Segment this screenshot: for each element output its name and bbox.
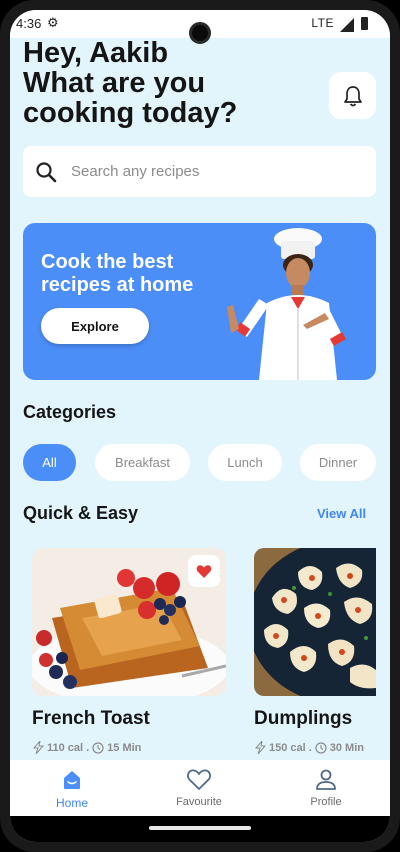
app-screen: 4:36 ⚙ LTE Hey, Aakib What are you cooki… — [10, 10, 390, 842]
category-chip-all[interactable]: All — [23, 444, 76, 481]
categories-title: Categories — [23, 402, 117, 422]
flash-icon — [255, 741, 266, 754]
clock-icon — [92, 741, 104, 754]
recipe-calories: 150 cal — [269, 741, 306, 754]
heart-outline-icon — [187, 769, 211, 790]
nav-profile-label: Profile — [310, 796, 342, 808]
category-chip-dinner[interactable]: Dinner — [300, 444, 376, 481]
category-chip-lunch[interactable]: Lunch — [208, 444, 282, 481]
greeting-line: Hey, Aakib — [23, 37, 169, 69]
favourite-button[interactable] — [188, 555, 220, 587]
notifications-button[interactable] — [329, 72, 376, 119]
quick-easy-title: Quick & Easy — [23, 503, 139, 523]
home-gesture-handle[interactable] — [149, 826, 251, 830]
bottom-navigation: Home Favourite Profile — [10, 760, 390, 816]
nav-favourite-label: Favourite — [176, 796, 222, 808]
search-input[interactable]: Search any recipes — [71, 163, 199, 180]
greeting-line: cooking today? — [23, 97, 238, 129]
recipe-time: 15 Min — [107, 741, 142, 754]
view-all-link[interactable]: View All — [317, 506, 366, 521]
meta-separator: . — [86, 741, 90, 754]
recipe-calories: 110 cal — [47, 741, 84, 754]
promo-banner: Cook the best recipes at home Explore — [23, 223, 376, 380]
recipe-meta: 150 cal . 30 Min — [255, 741, 364, 754]
flash-icon — [33, 741, 44, 754]
meta-separator: . — [308, 741, 312, 754]
system-gesture-bar — [10, 816, 390, 842]
nav-home-label: Home — [55, 796, 88, 810]
banner-title: Cook the best recipes at home — [41, 251, 194, 296]
nav-profile[interactable]: Profile — [276, 760, 376, 816]
chef-illustration — [227, 228, 347, 380]
recipe-name[interactable]: Dumplings — [254, 708, 352, 730]
person-icon — [316, 769, 336, 790]
network-type: LTE — [311, 16, 334, 30]
greeting-heading: Hey, Aakib What are you cooking today? — [23, 38, 253, 128]
recipe-meta: 110 cal . 15 Min — [33, 741, 141, 754]
recipe-card-image[interactable] — [254, 548, 376, 696]
phone-frame: 4:36 ⚙ LTE Hey, Aakib What are you cooki… — [0, 0, 400, 852]
recipe-time: 30 Min — [329, 741, 364, 754]
nav-home[interactable]: Home — [22, 760, 122, 816]
clock-icon — [315, 741, 327, 754]
status-time: 4:36 — [16, 16, 42, 31]
signal-icon — [340, 18, 354, 32]
heart-filled-icon — [196, 564, 212, 578]
settings-gear-icon: ⚙ — [47, 15, 59, 30]
nav-favourite[interactable]: Favourite — [149, 760, 249, 816]
bell-icon — [343, 85, 362, 106]
recipe-name[interactable]: French Toast — [32, 708, 150, 730]
greeting-line: What are you — [23, 67, 206, 99]
category-chip-breakfast[interactable]: Breakfast — [95, 444, 190, 481]
search-bar[interactable]: Search any recipes — [23, 146, 376, 197]
explore-button[interactable]: Explore — [41, 308, 149, 344]
search-icon — [36, 162, 57, 183]
dumplings-photo — [254, 548, 376, 696]
battery-icon — [361, 17, 368, 30]
home-icon — [64, 771, 80, 789]
